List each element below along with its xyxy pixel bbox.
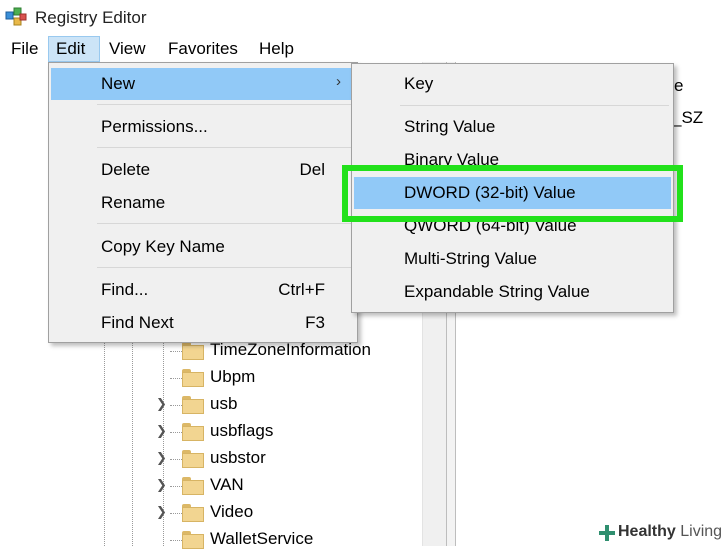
registry-editor-icon	[5, 7, 27, 26]
tree-item-label: Ubpm	[210, 367, 256, 386]
edit-menu: New › Permissions... Delete Del Rename C…	[48, 62, 358, 343]
menu-view[interactable]: View	[102, 36, 153, 62]
menu-help[interactable]: Help	[252, 36, 301, 62]
folder-icon	[182, 477, 204, 495]
value-type-fragment: _SZ	[672, 108, 704, 127]
menu-item-rename[interactable]: Rename	[51, 187, 355, 219]
folder-icon	[182, 396, 204, 414]
chevron-right-icon: ›	[336, 73, 341, 90]
menu-separator	[400, 105, 669, 106]
chevron-right-icon[interactable]: ❯	[156, 504, 167, 520]
menu-item-find-next[interactable]: Find Next F3	[51, 307, 355, 339]
watermark: Healthy Living	[594, 520, 728, 546]
submenu-item-multi-string-value[interactable]: Multi-String Value	[354, 243, 671, 275]
tree-item-van[interactable]: ❯ VAN	[150, 473, 410, 500]
menu-separator	[97, 104, 353, 105]
tree-item-video[interactable]: ❯ Video	[150, 500, 410, 527]
tree-item-label: TimeZoneInformation	[210, 340, 371, 359]
submenu-item-string-value[interactable]: String Value	[354, 111, 671, 143]
medical-cross-icon	[599, 525, 615, 541]
menu-favorites[interactable]: Favorites	[161, 36, 245, 62]
menu-item-permissions[interactable]: Permissions...	[51, 111, 355, 143]
menu-file[interactable]: File	[4, 36, 45, 62]
menu-item-new[interactable]: New ›	[51, 68, 355, 100]
tree-item-usbflags[interactable]: ❯ usbflags	[150, 419, 410, 446]
tree-item-label: usbflags	[210, 421, 274, 440]
menu-separator	[97, 267, 353, 268]
menu-separator	[97, 223, 353, 224]
submenu-item-expandable-string-value[interactable]: Expandable String Value	[354, 276, 671, 308]
chevron-right-icon[interactable]: ❯	[156, 396, 167, 412]
tree-item-usb[interactable]: ❯ usb	[150, 392, 410, 419]
tree-item-label: usb	[210, 394, 238, 413]
menu-bar: File Edit View Favorites Help	[0, 36, 728, 62]
folder-icon	[182, 423, 204, 441]
submenu-item-key[interactable]: Key	[354, 68, 671, 100]
watermark-text: Healthy Living	[618, 523, 723, 540]
chevron-right-icon[interactable]: ❯	[156, 450, 167, 466]
title-bar: Registry Editor	[0, 0, 728, 36]
chevron-right-icon[interactable]: ❯	[156, 477, 167, 493]
menu-item-delete[interactable]: Delete Del	[51, 154, 355, 186]
folder-icon	[182, 369, 204, 387]
tree-item-label: usbstor	[210, 448, 266, 467]
tree-item-ubpm[interactable]: Ubpm	[150, 365, 410, 392]
tree-item-walletservice[interactable]: WalletService	[150, 527, 410, 554]
menu-item-copy-key-name[interactable]: Copy Key Name	[51, 231, 355, 263]
folder-icon	[182, 531, 204, 549]
folder-icon	[182, 342, 204, 360]
chevron-right-icon[interactable]: ❯	[156, 423, 167, 439]
folder-icon	[182, 504, 204, 522]
menu-item-find[interactable]: Find... Ctrl+F	[51, 274, 355, 306]
menu-edit[interactable]: Edit	[48, 36, 100, 62]
folder-icon	[182, 450, 204, 468]
tree-item-label: WalletService	[210, 529, 314, 548]
tree-item-label: VAN	[210, 475, 244, 494]
tree-item-usbstor[interactable]: ❯ usbstor	[150, 446, 410, 473]
value-column-fragment: e	[674, 76, 684, 95]
window-title: Registry Editor	[35, 8, 147, 27]
highlight-callout-box	[342, 165, 683, 222]
menu-separator	[97, 147, 353, 148]
tree-item-label: Video	[210, 502, 254, 521]
